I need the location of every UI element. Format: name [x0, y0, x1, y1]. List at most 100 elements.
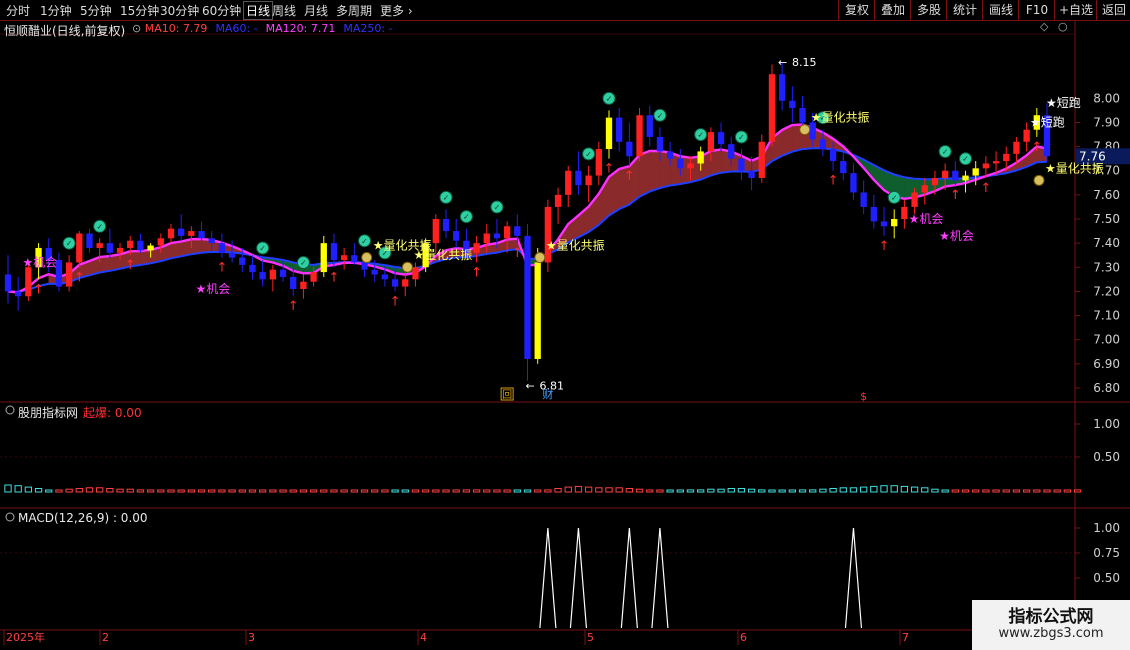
period-tab-7[interactable]: 周线 — [272, 2, 296, 19]
macd-spike — [651, 527, 669, 629]
candle-body — [106, 243, 114, 253]
osc1-bar — [360, 489, 369, 493]
candle-body — [656, 136, 664, 152]
period-tab-8[interactable]: 月线 — [304, 2, 328, 19]
macd-tick-label: 1.00 — [1093, 521, 1120, 535]
short-run-signal: ★短跑 — [1046, 96, 1081, 110]
macd-spike — [844, 527, 863, 629]
osc1-bar — [1022, 489, 1031, 493]
osc1-bar — [849, 487, 858, 493]
price-tick-label: 7.90 — [1093, 115, 1120, 129]
toolbar-button-5[interactable]: F10 — [1018, 0, 1055, 20]
candle-body — [127, 240, 134, 248]
osc1-bar — [197, 489, 206, 493]
period-tab-3[interactable]: 15分钟 — [120, 2, 159, 19]
osc1-bar — [758, 489, 766, 493]
osc1-bar — [432, 489, 440, 493]
osc1-bar — [371, 489, 379, 493]
settings-circle-icon[interactable]: ⊙ — [132, 22, 145, 35]
osc1-bar — [258, 489, 267, 493]
candle-body — [116, 247, 124, 253]
period-tab-4[interactable]: 30分钟 — [160, 2, 199, 19]
osc1-tick-label: 1.00 — [1093, 417, 1120, 431]
period-tab-6[interactable]: 日线 — [242, 1, 274, 20]
osc1-bar — [564, 486, 572, 493]
check-badge-glyph: ✓ — [606, 94, 613, 103]
osc1-bar — [187, 489, 196, 493]
candle-body — [178, 228, 185, 236]
candle-body — [76, 233, 83, 263]
osc1-bar — [146, 489, 155, 493]
candle-body — [300, 281, 307, 289]
check-badge-glyph: ✓ — [259, 244, 266, 253]
price-tick-label: 6.80 — [1093, 381, 1120, 395]
period-tab-0[interactable]: 分时 — [6, 2, 30, 19]
buy-arrow-icon: ↑ — [288, 299, 299, 314]
period-tab-2[interactable]: 5分钟 — [80, 2, 112, 19]
candle-body — [524, 235, 531, 359]
toolbar-button-4[interactable]: 画线 — [982, 0, 1019, 20]
osc1-bar — [493, 489, 501, 493]
candle-body — [748, 170, 755, 178]
candle-body — [1003, 153, 1010, 162]
money-bag-icon — [361, 252, 373, 264]
check-badge-glyph: ✓ — [697, 131, 704, 140]
osc1-bar — [85, 487, 94, 493]
osc1-bar — [442, 489, 450, 493]
date-label: 7 — [902, 631, 909, 644]
osc1-bar — [778, 489, 786, 493]
candle-body — [931, 177, 939, 186]
circle-icon: ○ — [1058, 20, 1068, 33]
price-tick-label: 7.30 — [1093, 260, 1120, 274]
period-tab-9[interactable]: 多周期 — [336, 2, 372, 19]
toolbar-button-7[interactable]: 返回 — [1096, 0, 1130, 20]
toolbar-button-2[interactable]: 多股 — [910, 0, 947, 20]
osc1-bar — [747, 488, 756, 493]
buy-arrow-icon: ↑ — [604, 162, 615, 177]
osc1-bar — [106, 488, 114, 493]
date-label: 2025年 — [6, 630, 45, 644]
money-bag-icon — [1033, 174, 1045, 186]
kline-chart[interactable]: 8.007.907.807.707.607.507.407.307.207.10… — [0, 20, 1130, 650]
macd-spike — [620, 527, 638, 629]
money-bag-icon — [799, 124, 811, 136]
check-badge-glyph: ✓ — [463, 213, 470, 222]
candle-body — [677, 158, 684, 169]
candle-body — [310, 272, 317, 282]
candle-body — [1023, 129, 1030, 142]
period-toolbar: 分时 1分钟 5分钟 15分钟 30分钟 60分钟 日线 周线 月线 多周期 更多 › 复权 叠加 多股统… — [0, 0, 1130, 21]
osc1-bar — [167, 489, 175, 493]
osc1-bar — [116, 488, 124, 493]
toolbar-button-0[interactable]: 复权 — [838, 0, 875, 20]
toolbar-button-3[interactable]: 统计 — [946, 0, 983, 20]
osc1-bar — [34, 488, 43, 493]
buy-arrow-icon: ↑ — [216, 261, 227, 276]
date-label: 3 — [248, 631, 255, 644]
period-tab-10[interactable]: 更多 › — [380, 2, 413, 19]
price-tick-label: 8.00 — [1093, 91, 1120, 105]
candle-body — [829, 149, 837, 162]
buy-arrow-icon: ↑ — [879, 239, 890, 254]
candle-body — [972, 168, 979, 176]
toolbar-button-1[interactable]: 叠加 — [874, 0, 911, 20]
osc1-bar — [809, 489, 817, 493]
osc1-bar — [707, 488, 715, 493]
osc1-bar — [931, 488, 939, 493]
osc1-bar — [1002, 489, 1010, 493]
candle-body — [493, 233, 501, 239]
buy-arrow-icon: ↑ — [624, 169, 635, 184]
candle-body — [636, 115, 643, 157]
check-badge-glyph: ✓ — [585, 150, 592, 159]
candle-body — [25, 267, 32, 297]
toolbar-button-6[interactable]: +自选 — [1054, 0, 1097, 20]
low-arrow: ← — [526, 380, 535, 393]
candle-body — [391, 279, 399, 287]
period-tab-1[interactable]: 1分钟 — [40, 2, 72, 19]
osc1-bar — [157, 489, 165, 493]
osc1-bar — [686, 489, 695, 493]
osc1-bar — [717, 488, 725, 493]
candle-body — [891, 219, 898, 227]
buy-arrow-icon: ↑ — [329, 270, 340, 285]
period-tab-5[interactable]: 60分钟 — [202, 2, 241, 19]
osc1-bar — [992, 489, 1000, 493]
